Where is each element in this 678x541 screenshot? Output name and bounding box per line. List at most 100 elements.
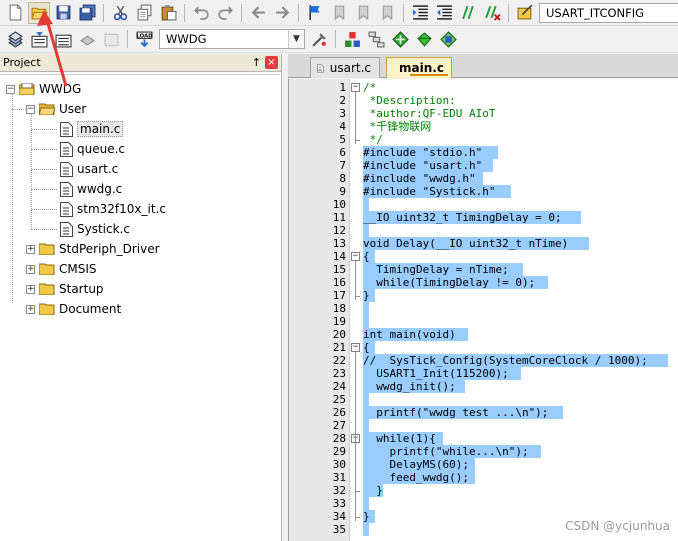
indent-icon[interactable] bbox=[409, 2, 431, 24]
load-icon[interactable]: LOAD bbox=[133, 28, 155, 50]
copy-icon[interactable] bbox=[133, 2, 155, 24]
new-file-icon[interactable] bbox=[4, 2, 26, 24]
fold-guide-line bbox=[355, 352, 356, 521]
uncomment-icon[interactable] bbox=[481, 2, 503, 24]
code-line[interactable]: 30 DelayMS(60); bbox=[289, 458, 678, 471]
next-bookmark-icon[interactable] bbox=[352, 2, 374, 24]
expand-icon[interactable]: + bbox=[26, 284, 35, 294]
fold-toggle-icon[interactable]: − bbox=[351, 343, 360, 352]
chevron-down-icon[interactable]: ▼ bbox=[288, 30, 304, 48]
fold-toggle-icon[interactable]: − bbox=[351, 83, 360, 92]
find-combo[interactable]: USART_ITCONFIG bbox=[539, 2, 678, 23]
rebuild-icon[interactable] bbox=[52, 28, 74, 50]
tree-file-queue-c[interactable]: queue.c bbox=[60, 139, 125, 159]
code-line[interactable]: 11 __IO uint32_t TimingDelay = 0; bbox=[289, 211, 678, 224]
line-number: 1 bbox=[339, 81, 346, 94]
redo-icon[interactable] bbox=[214, 2, 236, 24]
expand-icon[interactable]: + bbox=[26, 304, 35, 314]
code-line[interactable]: 21−{ bbox=[289, 341, 678, 354]
fold-toggle-icon[interactable]: − bbox=[351, 252, 360, 261]
code-line[interactable]: 13 void Delay(__IO uint32_t nTime) bbox=[289, 237, 678, 250]
code-line[interactable]: 1−/* bbox=[289, 81, 678, 94]
expand-icon[interactable]: + bbox=[26, 244, 35, 254]
expand-icon[interactable]: + bbox=[26, 264, 35, 274]
code-line[interactable]: 32 } bbox=[289, 484, 678, 497]
code-line[interactable]: 7 #include "usart.h" bbox=[289, 159, 678, 172]
code-line[interactable]: 25 bbox=[289, 393, 678, 406]
code-line[interactable]: 20 int main(void) bbox=[289, 328, 678, 341]
run-time-env-icon[interactable] bbox=[437, 28, 459, 50]
paste-icon[interactable] bbox=[157, 2, 179, 24]
code-line[interactable]: 10 bbox=[289, 198, 678, 211]
code-line[interactable]: 18 bbox=[289, 302, 678, 315]
code-line[interactable]: 4 *千锋物联网 bbox=[289, 120, 678, 133]
code-line[interactable]: 6 #include "stdio.h" bbox=[289, 146, 678, 159]
prev-bookmark-icon[interactable] bbox=[328, 2, 350, 24]
tree-file-usart-c[interactable]: usart.c bbox=[60, 159, 118, 179]
options-for-target-icon[interactable] bbox=[308, 28, 330, 50]
stop-build-icon[interactable] bbox=[100, 28, 122, 50]
nav-back-icon[interactable] bbox=[247, 2, 269, 24]
tree-root[interactable]: − WWDG bbox=[6, 79, 81, 99]
code-line[interactable]: 31 feed_wwdg(); bbox=[289, 471, 678, 484]
code-line[interactable]: 19 bbox=[289, 315, 678, 328]
code-line[interactable]: 23 USART1_Init(115200); bbox=[289, 367, 678, 380]
line-number: 31 bbox=[332, 471, 346, 484]
code-line[interactable]: 16 while(TimingDelay != 0); bbox=[289, 276, 678, 289]
target-select[interactable]: WWDG ▼ bbox=[159, 29, 305, 49]
comment-icon[interactable] bbox=[457, 2, 479, 24]
code-line[interactable]: 3 *author:QF-EDU AIoT bbox=[289, 107, 678, 120]
code-text: #include "stdio.h" bbox=[363, 146, 483, 159]
code-line[interactable]: 28− while(1){ bbox=[289, 432, 678, 445]
tree-group-startup[interactable]: + Startup bbox=[26, 279, 104, 299]
pin-icon[interactable]: ↑ bbox=[252, 56, 261, 69]
code-line[interactable]: 22 // SysTick_Config(SystemCoreClock / 10… bbox=[289, 354, 678, 367]
code-line[interactable]: 14−{ bbox=[289, 250, 678, 263]
tree-file-main-c[interactable]: main.c bbox=[60, 119, 124, 139]
code-line[interactable]: 12 bbox=[289, 224, 678, 237]
collapse-icon[interactable]: − bbox=[6, 84, 15, 94]
code-line[interactable]: 27 bbox=[289, 419, 678, 432]
code-line[interactable]: 8 #include "wwdg.h" bbox=[289, 172, 678, 185]
tree-group-cmsis[interactable]: + CMSIS bbox=[26, 259, 97, 279]
file-extensions-icon[interactable] bbox=[365, 28, 387, 50]
code-editor[interactable]: 1−/* 2 *Description: 3 *author:QF-EDU AIoT… bbox=[288, 79, 678, 541]
main-toolbar: USART_ITCONFIG bbox=[0, 0, 678, 26]
pack-installer-icon[interactable] bbox=[389, 28, 411, 50]
close-icon[interactable]: × bbox=[265, 56, 278, 69]
code-line[interactable]: 15 TimingDelay = nTime; bbox=[289, 263, 678, 276]
nav-forward-icon[interactable] bbox=[271, 2, 293, 24]
tab-usart-c[interactable]: usart.c bbox=[310, 57, 380, 78]
collapse-icon[interactable]: − bbox=[26, 104, 35, 114]
build-icon[interactable] bbox=[28, 28, 50, 50]
select-packs-icon[interactable] bbox=[413, 28, 435, 50]
batch-build-icon[interactable] bbox=[76, 28, 98, 50]
folder-icon bbox=[39, 243, 55, 255]
find-in-files-icon[interactable] bbox=[514, 2, 536, 24]
code-line[interactable]: 9 #include "Systick.h" bbox=[289, 185, 678, 198]
tree-file-systick-c[interactable]: Systick.c bbox=[60, 219, 130, 239]
tree-file-stm32f10x-it-c[interactable]: stm32f10x_it.c bbox=[60, 199, 166, 219]
save-all-icon[interactable] bbox=[76, 2, 98, 24]
tree-group-document[interactable]: + Document bbox=[26, 299, 121, 319]
code-line[interactable]: 33 bbox=[289, 497, 678, 510]
tree-group-stdperiph-driver[interactable]: + StdPeriph_Driver bbox=[26, 239, 160, 259]
unindent-icon[interactable] bbox=[433, 2, 455, 24]
tree-file-wwdg-c[interactable]: wwdg.c bbox=[60, 179, 122, 199]
code-line[interactable]: 2 *Description: bbox=[289, 94, 678, 107]
open-file-icon[interactable] bbox=[28, 1, 50, 24]
cut-icon[interactable] bbox=[109, 2, 131, 24]
bookmark-icon[interactable] bbox=[304, 2, 326, 24]
code-line[interactable]: 24 wwdg_init(); bbox=[289, 380, 678, 393]
fold-guide-line bbox=[355, 443, 356, 495]
code-line[interactable]: 29 printf("while...\n"); bbox=[289, 445, 678, 458]
tree-group-user[interactable]: − User bbox=[26, 99, 86, 119]
code-line[interactable]: 26 printf("wwdg test ...\n"); bbox=[289, 406, 678, 419]
translate-icon[interactable] bbox=[4, 28, 26, 50]
undo-icon[interactable] bbox=[190, 2, 212, 24]
code-line[interactable]: 17} bbox=[289, 289, 678, 302]
clear-bookmarks-icon[interactable] bbox=[376, 2, 398, 24]
manage-components-icon[interactable] bbox=[341, 28, 363, 50]
save-icon[interactable] bbox=[52, 2, 74, 24]
code-line[interactable]: 5 */ bbox=[289, 133, 678, 146]
